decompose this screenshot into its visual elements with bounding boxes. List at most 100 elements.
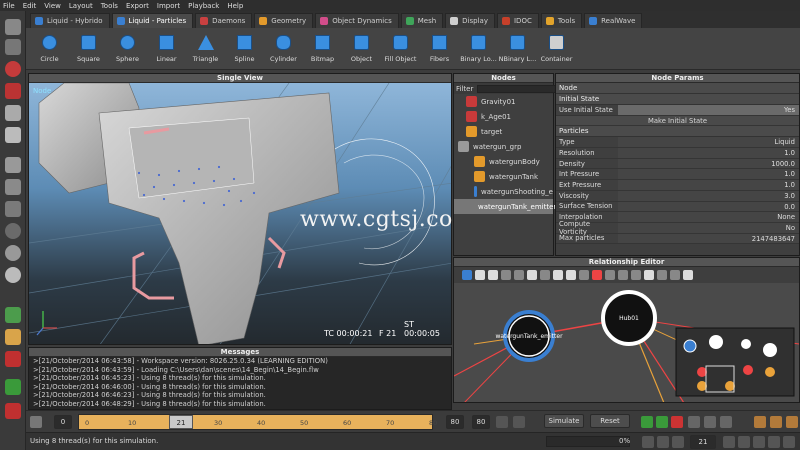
box-view-icon[interactable] — [5, 179, 21, 195]
tool-nbinary-l[interactable]: NBinary L... — [498, 28, 537, 69]
tool-container[interactable]: Container — [537, 28, 576, 69]
camera-record-icon[interactable] — [704, 416, 716, 428]
relationship-tool-icon[interactable] — [644, 270, 654, 280]
relationship-tool-icon[interactable] — [462, 270, 472, 280]
param-row-ext-pressure[interactable]: Ext Pressure 1.0 — [556, 180, 799, 191]
grid-icon[interactable] — [720, 416, 732, 428]
param-row-max-particles[interactable]: Max particles 2147483647 — [556, 233, 799, 245]
node-section[interactable]: Node — [556, 83, 799, 94]
rotate-tool-icon[interactable] — [5, 61, 21, 77]
param-row-viscosity[interactable]: Viscosity 3.0 — [556, 190, 799, 202]
tool-circle[interactable]: Circle — [30, 28, 69, 69]
relationship-tool-icon[interactable] — [527, 270, 537, 280]
node-item-watergunshooting-e[interactable]: watergunShooting_e — [454, 184, 553, 199]
tool-fill-object[interactable]: Fill Object — [381, 28, 420, 69]
use-initial-state-row[interactable]: Use Initial State Yes — [556, 105, 799, 116]
lock-icon[interactable] — [30, 416, 42, 428]
tool-square[interactable]: Square — [69, 28, 108, 69]
prev-key-icon[interactable] — [657, 436, 669, 448]
use-initial-state-value[interactable]: Yes — [618, 105, 799, 115]
menu-view[interactable]: View — [44, 2, 61, 10]
filter-input[interactable] — [477, 84, 558, 93]
tool-binary-lo[interactable]: Binary Lo... — [459, 28, 498, 69]
cube-view-icon[interactable] — [5, 157, 21, 173]
relationship-tool-icon[interactable] — [631, 270, 641, 280]
smooth-view-icon[interactable] — [5, 267, 21, 283]
last-frame-icon[interactable] — [768, 436, 780, 448]
initial-state-section[interactable]: Initial State — [556, 94, 799, 105]
refresh-icon[interactable] — [656, 416, 668, 428]
wire-view-icon[interactable] — [5, 201, 21, 217]
relationship-tool-icon[interactable] — [566, 270, 576, 280]
menu-layout[interactable]: Layout — [69, 2, 93, 10]
tool-fibers[interactable]: Fibers — [420, 28, 459, 69]
menu-file[interactable]: File — [3, 2, 15, 10]
tool-cylinder[interactable]: Cylinder — [264, 28, 303, 69]
timeline-end-field-a[interactable]: 80 — [446, 415, 464, 429]
param-row-density[interactable]: Density 1000.0 — [556, 158, 799, 170]
simulate-button[interactable]: Simulate — [544, 414, 584, 428]
relationship-graph[interactable]: watergunTank_emitter Hub01 — [454, 284, 799, 403]
loop-icon[interactable] — [783, 436, 795, 448]
relationship-tool-icon[interactable] — [514, 270, 524, 280]
node-item-watergun-grp[interactable]: watergun_grp — [454, 139, 553, 154]
tab-realwave[interactable]: RealWave — [584, 13, 643, 28]
tab-tools[interactable]: Tools — [540, 13, 583, 28]
scale-tool-icon[interactable] — [5, 83, 21, 99]
tab-object-dynamics[interactable]: Object Dynamics — [315, 13, 399, 28]
link-tool-icon[interactable] — [5, 127, 21, 143]
param-value[interactable]: No — [618, 222, 799, 233]
timeline-start-field[interactable]: 0 — [54, 415, 72, 429]
key-tool-b-icon[interactable] — [770, 416, 782, 428]
current-frame-field[interactable]: 21 — [690, 435, 716, 449]
make-initial-state-button[interactable]: Make Initial State — [556, 115, 799, 127]
save-icon[interactable] — [5, 379, 21, 395]
param-value[interactable]: 1.0 — [618, 148, 799, 158]
tab-liquid-hybrido[interactable]: Liquid - Hybrido — [30, 13, 110, 28]
relationship-tool-icon[interactable] — [501, 270, 511, 280]
relationship-tool-icon[interactable] — [553, 270, 563, 280]
key-tool-a-icon[interactable] — [754, 416, 766, 428]
brush-tool-icon[interactable] — [5, 307, 21, 323]
save-as-icon[interactable] — [5, 403, 21, 419]
menu-edit[interactable]: Edit — [23, 2, 37, 10]
menu-export[interactable]: Export — [126, 2, 149, 10]
node-item-k-age01[interactable]: k_Age01 — [454, 109, 553, 124]
param-value[interactable]: 1.0 — [618, 169, 799, 180]
relationship-tool-icon[interactable] — [540, 270, 550, 280]
tab-liquid-particles[interactable]: Liquid - Particles — [111, 13, 194, 28]
relationship-tool-icon[interactable] — [657, 270, 667, 280]
tool-object[interactable]: Object — [342, 28, 381, 69]
param-value[interactable]: Liquid — [618, 137, 799, 148]
select-tool-icon[interactable] — [5, 19, 21, 35]
tool-bitmap[interactable]: Bitmap — [303, 28, 342, 69]
param-value[interactable]: 0.0 — [618, 201, 799, 212]
menu-playback[interactable]: Playback — [188, 2, 219, 10]
param-value[interactable]: None — [618, 212, 799, 222]
menu-help[interactable]: Help — [227, 2, 243, 10]
param-value[interactable]: 3.0 — [618, 190, 799, 201]
relationship-tool-icon[interactable] — [683, 270, 693, 280]
play-icon[interactable] — [738, 436, 750, 448]
timeline-end-field-b[interactable]: 80 — [472, 415, 490, 429]
eye-icon[interactable] — [688, 416, 700, 428]
next-frame-icon[interactable] — [723, 436, 735, 448]
param-row-resolution[interactable]: Resolution 1.0 — [556, 148, 799, 159]
timeline-playhead[interactable]: 21 — [169, 415, 193, 429]
record-icon[interactable] — [671, 416, 683, 428]
reset-button[interactable]: Reset — [590, 414, 630, 428]
node-item-gravity01[interactable]: Gravity01 — [454, 94, 553, 109]
node-item-target[interactable]: target — [454, 124, 553, 139]
ruler-icon[interactable] — [496, 416, 508, 428]
tool-spline[interactable]: Spline — [225, 28, 264, 69]
tool-triangle[interactable]: Triangle — [186, 28, 225, 69]
pen-tool-icon[interactable] — [5, 351, 21, 367]
node-item-watergunbody[interactable]: watergunBody — [454, 154, 553, 169]
menu-tools[interactable]: Tools — [101, 2, 118, 10]
camera-tool-icon[interactable] — [5, 105, 21, 121]
next-key-icon[interactable] — [753, 436, 765, 448]
relationship-tool-icon[interactable] — [592, 270, 602, 280]
relationship-tool-icon[interactable] — [579, 270, 589, 280]
param-row-type[interactable]: Type Liquid — [556, 137, 799, 149]
relationship-tool-icon[interactable] — [670, 270, 680, 280]
